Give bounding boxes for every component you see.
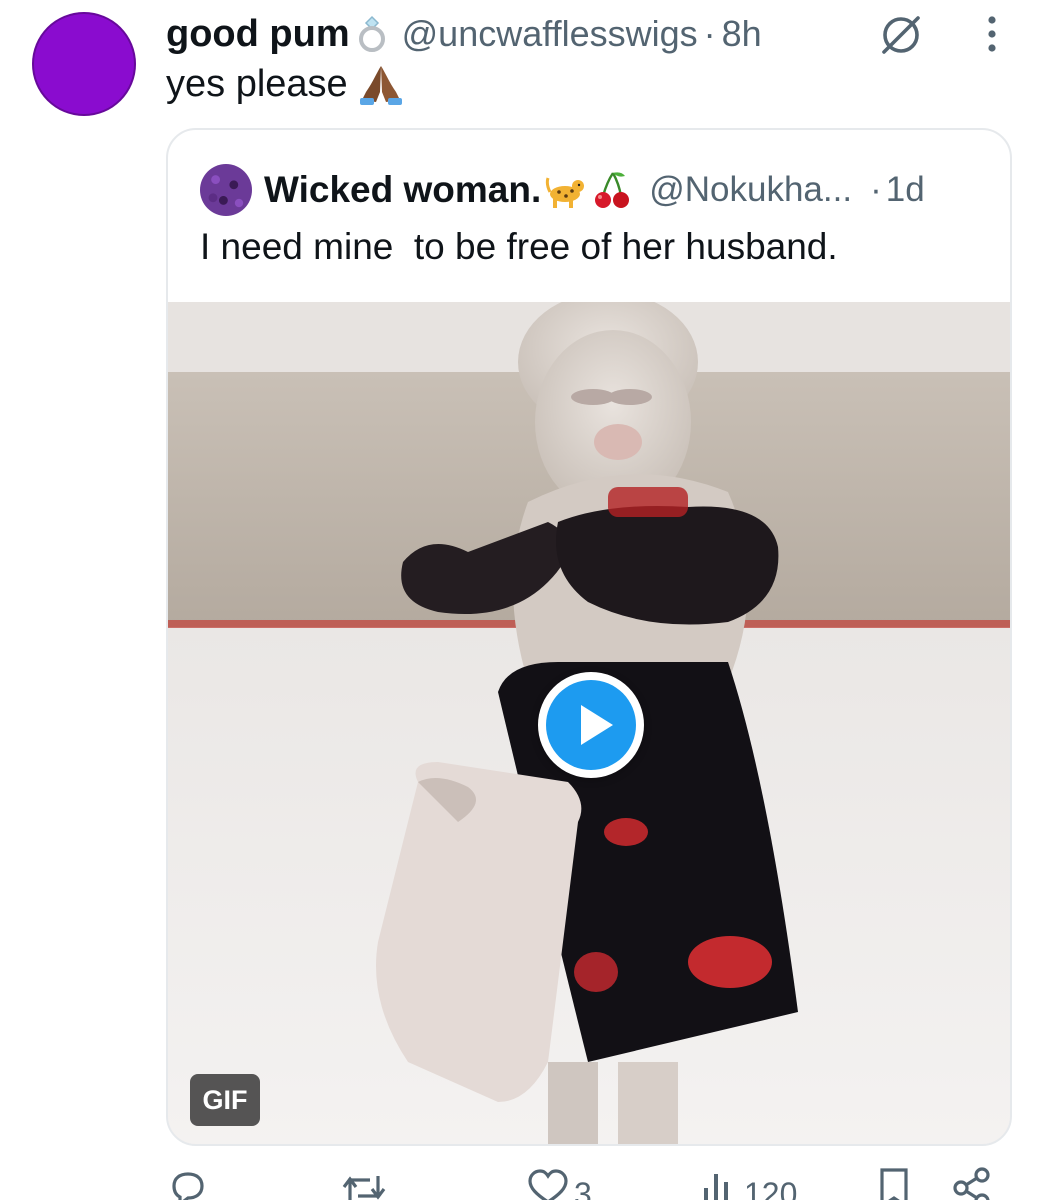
user-handle[interactable]: @uncwafflesswigs bbox=[402, 13, 698, 55]
quoted-tweet-header: Wicked woman. @Nokukha... · 1d bbox=[264, 162, 925, 218]
display-name[interactable]: good pum bbox=[166, 13, 350, 56]
views-button[interactable]: 120 bbox=[700, 1166, 797, 1200]
like-icon bbox=[528, 1169, 568, 1200]
action-bar: 3 120 bbox=[0, 1166, 1039, 1200]
quoted-tweet-card[interactable]: Wicked woman. @Nokukha... · 1d I need mi… bbox=[166, 128, 1012, 1146]
quoted-separator-dot: · bbox=[870, 170, 882, 209]
tweet-reply: good pum @uncwafflesswigs · 8h yes pleas… bbox=[0, 0, 1039, 1200]
share-icon bbox=[953, 1167, 990, 1200]
gif-badge: GIF bbox=[190, 1074, 260, 1126]
avatar[interactable] bbox=[32, 12, 136, 116]
views-icon bbox=[704, 1174, 728, 1200]
reply-icon bbox=[172, 1172, 204, 1200]
quoted-display-name[interactable]: Wicked woman. bbox=[264, 169, 541, 211]
leopard-emoji-icon bbox=[546, 177, 585, 208]
bookmark-button[interactable] bbox=[874, 1166, 914, 1200]
quoted-tweet-text: I need mine to be free of her husband. bbox=[200, 226, 838, 267]
quoted-avatar[interactable] bbox=[200, 164, 252, 216]
cherries-emoji-icon bbox=[595, 172, 630, 208]
quoted-user-handle[interactable]: @Nokukha... bbox=[649, 170, 852, 210]
like-count: 3 bbox=[574, 1176, 592, 1200]
like-button[interactable]: 3 bbox=[526, 1166, 592, 1200]
gif-media[interactable]: GIF bbox=[168, 302, 1010, 1144]
share-button[interactable] bbox=[950, 1166, 994, 1200]
bookmark-icon bbox=[880, 1168, 908, 1200]
ring-emoji-icon bbox=[358, 15, 385, 52]
grok-icon[interactable] bbox=[878, 12, 924, 58]
tweet-text-content: yes please bbox=[166, 62, 348, 105]
play-icon bbox=[546, 680, 636, 770]
tweet-header: good pum @uncwafflesswigs · 8h bbox=[166, 10, 762, 58]
views-count: 120 bbox=[744, 1176, 798, 1200]
folded-hands-emoji-icon bbox=[359, 66, 402, 105]
tweet-text: yes please bbox=[166, 62, 404, 106]
repost-button[interactable] bbox=[340, 1166, 392, 1200]
more-options-icon[interactable] bbox=[982, 14, 1002, 54]
play-button[interactable] bbox=[538, 672, 644, 778]
separator-dot: · bbox=[703, 13, 716, 54]
quoted-timestamp[interactable]: 1d bbox=[886, 170, 925, 210]
timestamp[interactable]: 8h bbox=[722, 13, 762, 55]
repost-icon bbox=[342, 1176, 386, 1200]
reply-button[interactable] bbox=[166, 1166, 214, 1200]
